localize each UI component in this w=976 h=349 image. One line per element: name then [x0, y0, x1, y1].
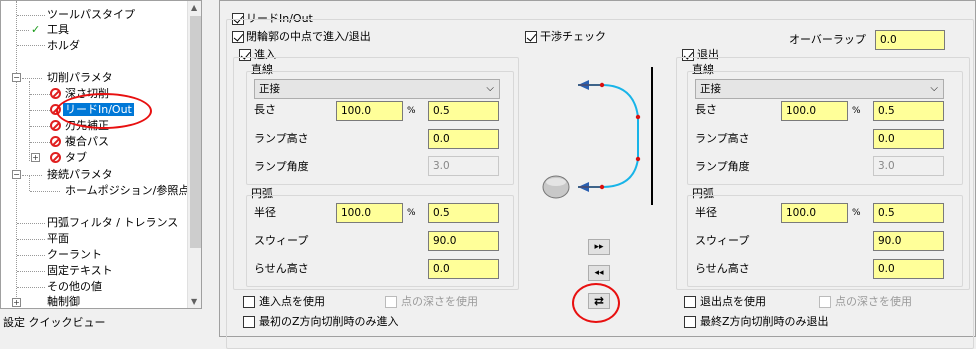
tree-line [29, 81, 30, 161]
gouge-check-checkbox[interactable] [525, 31, 537, 43]
tree-item-canned-text[interactable]: 固定テキスト [47, 263, 113, 278]
tree-line [29, 176, 30, 191]
exit-length-pct-input[interactable]: 100.0 [781, 101, 848, 121]
exit-helix-input[interactable]: 0.0 [873, 259, 944, 279]
exit-use-depth-checkbox[interactable] [819, 296, 831, 308]
entry-helix-label: らせん高さ [254, 262, 309, 275]
entry-use-point-label: 進入点を使用 [259, 295, 325, 308]
exit-sweep-label: スウィープ [695, 234, 750, 247]
exit-ramp-angle-label: ランプ角度 [695, 160, 750, 173]
exit-use-depth-label: 点の深さを使用 [835, 295, 912, 308]
exit-last-z-label: 最終Z方向切削時のみ退出 [700, 315, 829, 328]
entry-radius-label: 半径 [254, 206, 276, 219]
entry-ramp-angle-label: ランプ角度 [254, 160, 309, 173]
entry-use-depth-checkbox[interactable] [385, 296, 397, 308]
tree-item-linking[interactable]: 接続パラメタ [47, 167, 113, 182]
tree-item-misc[interactable]: その他の値 [47, 279, 102, 294]
overlap-input[interactable]: 0.0 [875, 30, 945, 50]
entry-helix-input[interactable]: 0.0 [428, 259, 499, 279]
entry-type-select[interactable]: 正接 ⌵ [254, 79, 500, 99]
entry-sweep-input[interactable]: 90.0 [428, 231, 499, 251]
exit-use-point-label: 退出点を使用 [700, 295, 766, 308]
quick-view-label: 設定 クイックビュー [3, 316, 106, 329]
disabled-icon [50, 152, 61, 163]
entry-radius-input[interactable]: 0.5 [428, 203, 499, 223]
annotation-circle [572, 283, 620, 323]
entry-sweep-label: スウィープ [254, 234, 309, 247]
exit-ramp-angle-input[interactable]: 3.0 [873, 156, 944, 176]
expand-icon[interactable]: + [12, 298, 21, 307]
annotation-circle [56, 93, 152, 129]
percent-label: % [407, 208, 416, 218]
tree-item-axis[interactable]: 軸制御 [47, 294, 80, 308]
gouge-check-label: 干渉チェック [540, 30, 606, 43]
percent-label: % [852, 208, 861, 218]
disabled-icon [50, 88, 61, 99]
scroll-down-icon[interactable]: ▼ [191, 297, 197, 306]
lead-preview-diagram [542, 67, 653, 205]
collapse-icon[interactable]: − [12, 170, 21, 179]
exit-radius-label: 半径 [695, 206, 717, 219]
chevron-down-icon: ⌵ [486, 83, 494, 94]
disabled-icon [50, 136, 61, 147]
exit-radius-pct-input[interactable]: 100.0 [781, 203, 848, 223]
entry-ramp-angle-input[interactable]: 3.0 [428, 156, 499, 176]
chevron-down-icon: ⌵ [930, 83, 938, 94]
exit-last-z-checkbox[interactable] [684, 316, 696, 328]
midpoint-label: 閉輪郭の中点で進入/退出 [246, 30, 371, 43]
entry-ramp-height-label: ランプ高さ [254, 132, 309, 145]
scroll-up-icon[interactable]: ▲ [191, 3, 197, 12]
forward-button[interactable]: ▸▸ [588, 239, 610, 255]
entry-length-pct-input[interactable]: 100.0 [336, 101, 403, 121]
exit-type-select[interactable]: 正接 ⌵ [695, 79, 944, 99]
tree-item-multipass[interactable]: 複合パス [65, 134, 109, 149]
tree-item-holder[interactable]: ホルダ [47, 38, 80, 53]
tree-item-planes[interactable]: 平面 [47, 231, 69, 246]
check-icon: ✓ [31, 23, 41, 36]
exit-ramp-height-input[interactable]: 0.0 [873, 129, 944, 149]
disabled-icon [50, 120, 61, 131]
collapse-icon[interactable]: − [12, 73, 21, 82]
percent-label: % [852, 106, 861, 116]
exit-ramp-height-label: ランプ高さ [695, 132, 750, 145]
entry-first-z-label: 最初のZ方向切削時のみ進入 [259, 315, 399, 328]
tree-item-coolant[interactable]: クーラント [47, 247, 102, 262]
tree-line [16, 1, 17, 301]
entry-length-label: 長さ [254, 103, 276, 116]
tree-item-cut-params[interactable]: 切削パラメタ [47, 70, 113, 85]
tree-item-home[interactable]: ホームポジション/参照点 [65, 183, 189, 198]
tree-item-tool[interactable]: 工具 [47, 22, 69, 37]
entry-use-point-checkbox[interactable] [243, 296, 255, 308]
expand-icon[interactable]: + [31, 153, 40, 162]
overlap-label: オーバーラップ [789, 33, 866, 46]
exit-length-input[interactable]: 0.5 [873, 101, 944, 121]
exit-use-point-checkbox[interactable] [684, 296, 696, 308]
tree-scrollbar[interactable]: ▲ ▼ [187, 1, 201, 308]
settings-tree: ツールパスタイプ ✓ 工具 ホルダ − 切削パラメタ 深さ切削 リードIn/Ou… [0, 0, 202, 309]
exit-radius-input[interactable]: 0.5 [873, 203, 944, 223]
tree-item-arc-filter[interactable]: 円弧フィルタ / トレランス [47, 215, 178, 230]
exit-helix-label: らせん高さ [695, 262, 750, 275]
tree-item-tabs[interactable]: タブ [65, 150, 87, 165]
entry-first-z-checkbox[interactable] [243, 316, 255, 328]
entry-radius-pct-input[interactable]: 100.0 [336, 203, 403, 223]
exit-sweep-input[interactable]: 90.0 [873, 231, 944, 251]
back-button[interactable]: ◂◂ [588, 265, 610, 281]
entry-use-depth-label: 点の深さを使用 [401, 295, 478, 308]
entry-length-input[interactable]: 0.5 [428, 101, 499, 121]
exit-length-label: 長さ [695, 103, 717, 116]
scroll-thumb[interactable] [190, 16, 201, 248]
midpoint-checkbox[interactable] [232, 31, 244, 43]
tree-item-toolpath-type[interactable]: ツールパスタイプ [47, 7, 135, 22]
percent-label: % [407, 106, 416, 116]
entry-ramp-height-input[interactable]: 0.0 [428, 129, 499, 149]
